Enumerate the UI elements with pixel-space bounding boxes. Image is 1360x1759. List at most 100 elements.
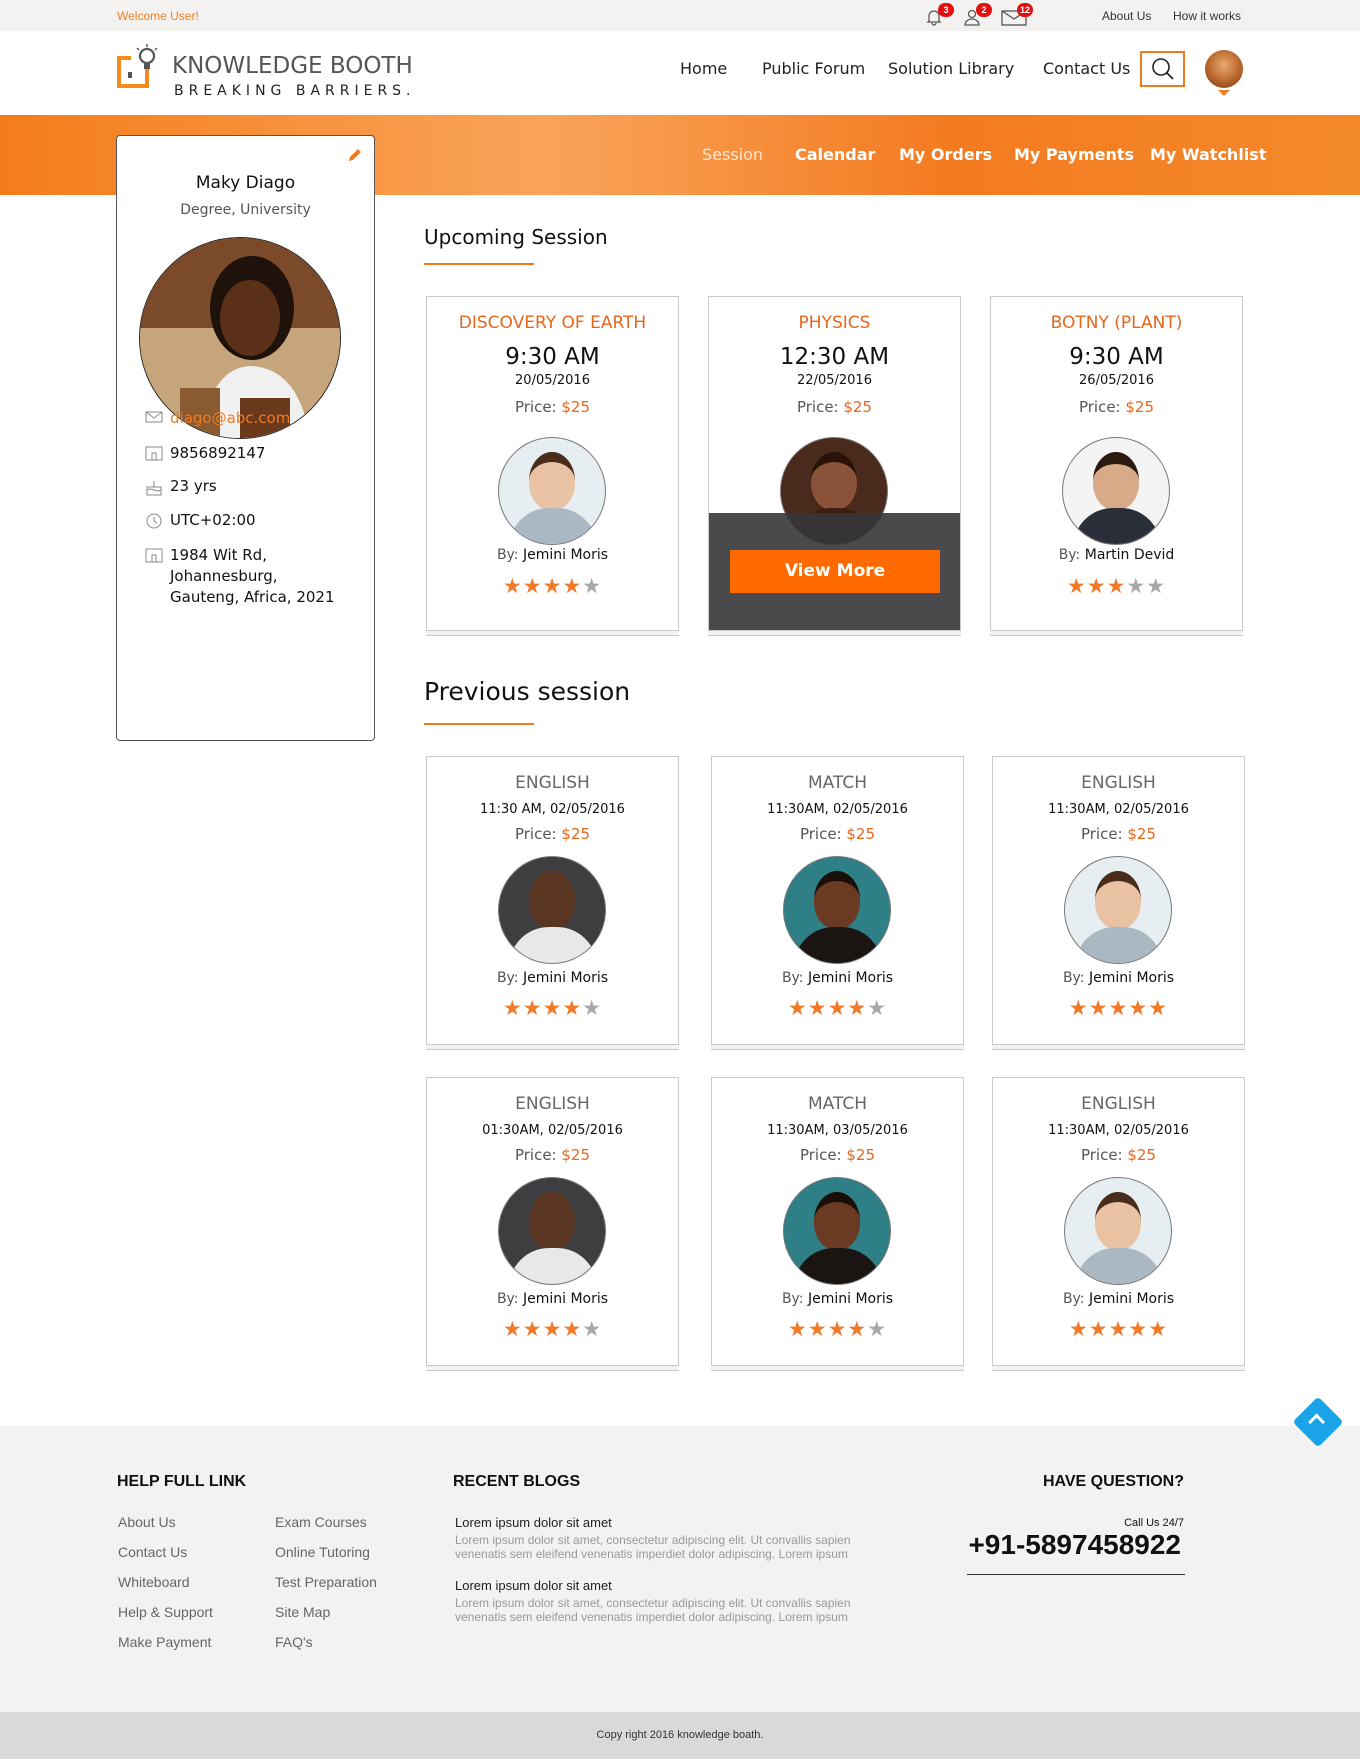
upcoming-title-underline xyxy=(424,263,534,265)
tutor-name[interactable]: Jemini Moris xyxy=(808,970,893,986)
logo-bulb-icon[interactable] xyxy=(117,44,159,88)
price-label: Price: xyxy=(514,1146,557,1164)
tutor-photo xyxy=(783,856,891,964)
price-amount: $25 xyxy=(561,1146,591,1164)
by-label: By: xyxy=(1062,1291,1085,1307)
tutor-name[interactable]: Jemini Moris xyxy=(1089,970,1174,986)
blog-title[interactable]: Lorem ipsum dolor sit amet xyxy=(455,1515,612,1530)
upcoming-session-card[interactable]: DISCOVERY OF EARTH 9:30 AM 20/05/2016 Pr… xyxy=(426,296,679,636)
previous-session-card[interactable]: MATCH 11:30AM, 02/05/2016 Price: $25 By:… xyxy=(711,756,964,1050)
price-amount: $25 xyxy=(1127,1146,1157,1164)
star-filled-icon: ★ xyxy=(847,996,868,1020)
upcoming-session-card[interactable]: PHYSICS 12:30 AM 22/05/2016 Price: $25 ★… xyxy=(708,296,961,636)
blog-excerpt: Lorem ipsum dolor sit amet, consectetur … xyxy=(455,1596,851,1624)
session-subject: BOTNY (PLANT) xyxy=(1050,313,1183,333)
star-empty-icon: ★ xyxy=(582,996,603,1020)
nav-home[interactable]: Home xyxy=(680,59,727,78)
user-avatar-menu[interactable] xyxy=(1205,50,1243,88)
nav-solution-library[interactable]: Solution Library xyxy=(888,59,1014,78)
messages-button[interactable]: 12 xyxy=(1001,3,1034,26)
tab-my-watchlist[interactable]: My Watchlist xyxy=(1150,145,1266,164)
tutor-name[interactable]: Jemini Moris xyxy=(523,1291,608,1307)
profile-address: 1984 Wit Rd, Johannesburg, Gauteng, Afri… xyxy=(170,546,335,606)
tutor-photo xyxy=(1064,1177,1172,1285)
session-tutor: By: Jemini Moris xyxy=(427,1291,678,1307)
session-subject: MATCH xyxy=(807,1094,868,1114)
tutor-name[interactable]: Jemini Moris xyxy=(523,970,608,986)
blog-title[interactable]: Lorem ipsum dolor sit amet xyxy=(455,1578,612,1593)
footer-link-test-preparation[interactable]: Test Preparation xyxy=(275,1574,377,1590)
tab-session[interactable]: Session xyxy=(702,145,763,164)
support-phone-number[interactable]: +91-5897458922 xyxy=(968,1529,1181,1561)
tab-my-payments[interactable]: My Payments xyxy=(1014,145,1134,164)
footer-link-help-support[interactable]: Help & Support xyxy=(118,1604,213,1620)
tutor-photo xyxy=(1064,856,1172,964)
friend-requests-button[interactable]: 2 xyxy=(963,3,992,26)
session-price: Price: $25 xyxy=(991,398,1242,416)
previous-session-card[interactable]: MATCH 11:30AM, 03/05/2016 Price: $25 By:… xyxy=(711,1077,964,1371)
star-filled-icon: ★ xyxy=(1148,996,1169,1020)
tutor-name[interactable]: Jemini Moris xyxy=(1089,1291,1174,1307)
star-empty-icon: ★ xyxy=(582,574,603,598)
previous-session-card[interactable]: ENGLISH 11:30 AM, 02/05/2016 Price: $25 … xyxy=(426,756,679,1050)
rating-stars: ★★★★★ xyxy=(427,574,678,598)
main-header: KNOWLEDGE BOOTH BREAKING BARRIERS. Home … xyxy=(0,31,1360,115)
by-label: By: xyxy=(496,970,519,986)
previous-session-card[interactable]: ENGLISH 11:30AM, 02/05/2016 Price: $25 B… xyxy=(992,1077,1245,1371)
top-link-about-us[interactable]: About Us xyxy=(1102,9,1151,23)
price-amount: $25 xyxy=(846,825,876,843)
tab-my-orders[interactable]: My Orders xyxy=(899,145,992,164)
session-subject: MATCH xyxy=(807,773,868,793)
session-tutor: By: Jemini Moris xyxy=(993,970,1244,986)
footer-link-about-us[interactable]: About Us xyxy=(118,1514,176,1530)
profile-email[interactable]: diago@abc.com xyxy=(170,408,370,429)
star-filled-icon: ★ xyxy=(807,1317,828,1341)
star-filled-icon: ★ xyxy=(1128,1317,1149,1341)
notification-bell-button[interactable]: 3 xyxy=(925,3,954,26)
star-filled-icon: ★ xyxy=(827,1317,848,1341)
footer-link-faqs[interactable]: FAQ's xyxy=(275,1634,313,1650)
footer-link-whiteboard[interactable]: Whiteboard xyxy=(118,1574,190,1590)
tutor-name[interactable]: Jemini Moris xyxy=(523,547,608,563)
nav-public-forum[interactable]: Public Forum xyxy=(762,59,865,78)
tab-calendar[interactable]: Calendar xyxy=(795,145,875,164)
nav-contact-us[interactable]: Contact Us xyxy=(1043,59,1130,78)
edit-profile-pencil-icon[interactable] xyxy=(346,146,364,168)
star-filled-icon: ★ xyxy=(1068,996,1089,1020)
footer-link-online-tutoring[interactable]: Online Tutoring xyxy=(275,1544,370,1560)
session-tutor: By: Jemini Moris xyxy=(427,547,678,563)
profile-age: 23 yrs xyxy=(170,477,217,495)
session-tutor: By: Martin Devid xyxy=(991,547,1242,563)
previous-session-card[interactable]: ENGLISH 01:30AM, 02/05/2016 Price: $25 B… xyxy=(426,1077,679,1371)
clock-icon xyxy=(146,513,162,529)
profile-name: Maky Diago xyxy=(195,173,296,193)
price-label: Price: xyxy=(799,1146,842,1164)
view-more-button[interactable]: View More xyxy=(730,550,940,593)
star-filled-icon: ★ xyxy=(807,996,828,1020)
top-link-how-it-works[interactable]: How it works xyxy=(1173,9,1241,23)
by-label: By: xyxy=(1058,547,1081,563)
previous-title-underline xyxy=(424,723,534,725)
tutor-name[interactable]: Martin Devid xyxy=(1085,547,1175,563)
avatar-dropdown-caret-icon[interactable] xyxy=(1218,90,1230,96)
star-filled-icon: ★ xyxy=(562,1317,583,1341)
footer-link-site-map[interactable]: Site Map xyxy=(275,1604,330,1620)
footer-link-contact-us[interactable]: Contact Us xyxy=(118,1544,187,1560)
session-price: Price: $25 xyxy=(427,825,678,843)
previous-session-card[interactable]: ENGLISH 11:30AM, 02/05/2016 Price: $25 B… xyxy=(992,756,1245,1050)
search-button[interactable] xyxy=(1140,51,1185,87)
logo-title[interactable]: KNOWLEDGE BOOTH xyxy=(172,53,413,79)
upcoming-session-card[interactable]: BOTNY (PLANT) 9:30 AM 26/05/2016 Price: … xyxy=(990,296,1243,636)
star-filled-icon: ★ xyxy=(1128,996,1149,1020)
price-label: Price: xyxy=(1080,1146,1123,1164)
session-price: Price: $25 xyxy=(427,1146,678,1164)
session-tutor: By: Jemini Moris xyxy=(712,970,963,986)
rating-stars: ★★★★★ xyxy=(427,1317,678,1341)
footer-link-make-payment[interactable]: Make Payment xyxy=(118,1634,211,1650)
call-label: Call Us 24/7 xyxy=(1124,1517,1184,1529)
footer-link-exam-courses[interactable]: Exam Courses xyxy=(275,1514,367,1530)
session-datetime: 11:30AM, 02/05/2016 xyxy=(1048,1123,1189,1138)
tutor-name[interactable]: Jemini Moris xyxy=(808,1291,893,1307)
upcoming-session-title: Upcoming Session xyxy=(424,225,608,249)
session-date: 26/05/2016 xyxy=(1079,373,1154,388)
